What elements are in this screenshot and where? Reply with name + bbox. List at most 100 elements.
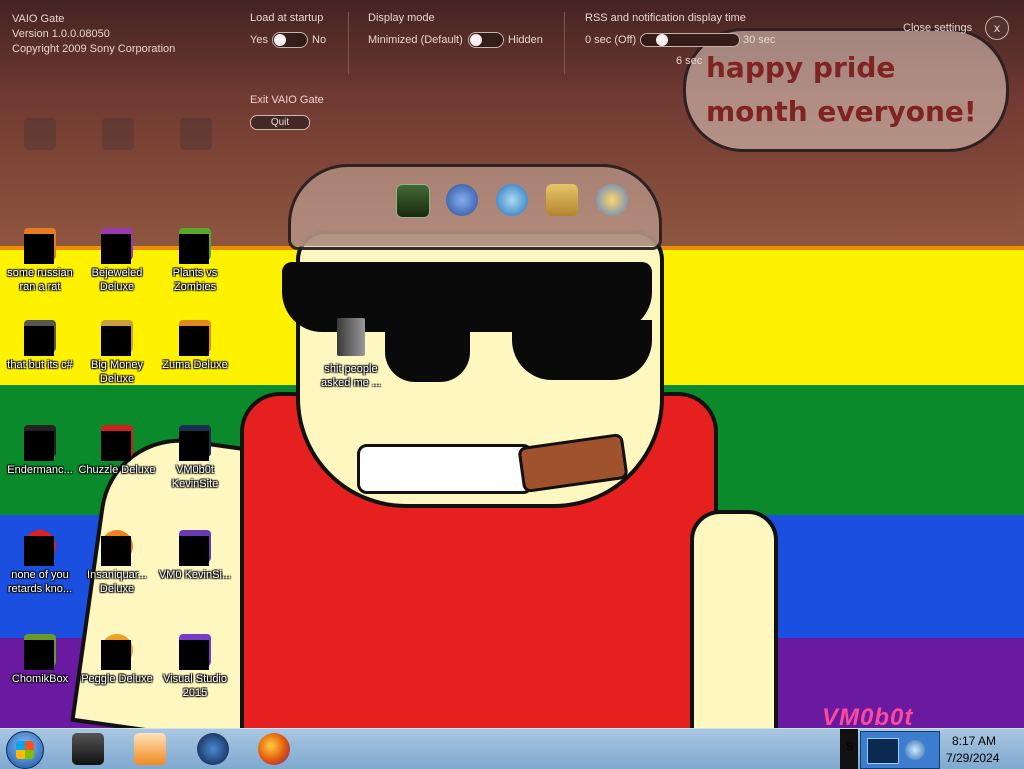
start-button[interactable]: [6, 731, 44, 769]
redacted-block: [101, 234, 131, 264]
clock-time[interactable]: 8:17 AM: [952, 734, 996, 748]
game-icon: [101, 634, 133, 670]
desktop-icon-ghost: [0, 118, 80, 150]
tray-overflow-letter[interactable]: S: [846, 741, 853, 753]
web-browser-icon[interactable]: [446, 184, 478, 216]
desktop-icon[interactable]: ChomikBox: [0, 634, 80, 686]
toggle-knob: [274, 34, 286, 46]
game-icon: [101, 320, 133, 356]
game-icon: [179, 228, 211, 264]
ghost-icon: [180, 118, 212, 150]
app-icon: [24, 634, 56, 670]
media-player-icon[interactable]: [134, 733, 166, 765]
desktop-icon[interactable]: Insaniquar... Deluxe: [77, 530, 157, 596]
rss-slider-thumb[interactable]: [656, 34, 668, 46]
game-icon: [101, 530, 133, 566]
doodle-teeth: [357, 444, 533, 494]
redacted-block: [101, 640, 131, 670]
exit-gate-label: Exit VAIO Gate: [250, 94, 324, 106]
tray-network-icon[interactable]: [905, 740, 925, 760]
rss-min-label: 0 sec (Off): [585, 34, 637, 46]
app-icon: [179, 530, 211, 566]
desktop-icon[interactable]: that but its c#: [0, 320, 80, 372]
app-icon: [24, 530, 56, 566]
desktop-icon[interactable]: VM0 KevinSi...: [155, 530, 235, 582]
desktop-icon[interactable]: Endermanc...: [0, 425, 80, 477]
desktop-icon-label: Big Money Deluxe: [91, 359, 143, 385]
load-startup-label: Load at startup: [250, 12, 324, 24]
desktop-icon-label: VM0 KevinSi...: [158, 569, 232, 581]
desktop-icon-label: ChomikBox: [11, 673, 69, 685]
internet-explorer-icon[interactable]: [496, 184, 528, 216]
desktop-icon-label: Visual Studio 2015: [162, 673, 227, 699]
quit-button[interactable]: Quit: [250, 115, 310, 130]
ghost-icon: [24, 118, 56, 150]
app-icon: [24, 425, 56, 461]
tray-icons-area[interactable]: [860, 731, 940, 769]
folder-icon: [337, 318, 365, 356]
desktop-icon-ghost: [78, 118, 158, 150]
desktop-icon[interactable]: Plants vs Zombies: [155, 228, 235, 294]
desktop-icon[interactable]: VM0b0t KevinSite: [155, 425, 235, 491]
desktop-icon-label: Zuma Deluxe: [162, 359, 228, 371]
app-icon: [179, 425, 211, 461]
rss-slider-track[interactable]: [640, 33, 740, 47]
game-icon: [179, 320, 211, 356]
doodle-lens-left: [385, 316, 470, 382]
load-startup-yes: Yes: [250, 34, 268, 46]
shortcut-icon: [24, 320, 56, 356]
display-mode-hidden: Hidden: [508, 34, 543, 46]
tray-monitor-icon[interactable]: [867, 738, 899, 764]
display-mode-toggle[interactable]: [468, 32, 504, 48]
desktop-folder[interactable]: shit people asked me ...: [311, 318, 391, 390]
desktop-icon[interactable]: none of you retards kno...: [0, 530, 80, 596]
app-copyright: Copyright 2009 Sony Corporation: [12, 43, 176, 55]
desktop-icon[interactable]: Chuzzle Deluxe: [77, 425, 157, 477]
visual-studio-icon: [179, 634, 211, 670]
redacted-block: [179, 326, 209, 356]
redacted-block: [24, 536, 54, 566]
desktop-icon-label: Chuzzle Deluxe: [78, 464, 156, 476]
terminal-icon[interactable]: [72, 733, 104, 765]
app-name: VAIO Gate: [12, 13, 65, 25]
desktop-icon[interactable]: Peggle Deluxe: [77, 634, 157, 686]
desktop-icon-label: none of you retards kno...: [7, 569, 73, 595]
firefox-icon[interactable]: [258, 733, 290, 765]
redacted-block: [24, 431, 54, 461]
load-startup-no: No: [312, 34, 327, 46]
doodle-lens-right: [512, 320, 652, 380]
load-startup-toggle[interactable]: [272, 32, 308, 48]
desktop-icon[interactable]: Big Money Deluxe: [77, 320, 157, 386]
app-icon: [24, 228, 56, 264]
people-icon[interactable]: [596, 184, 628, 216]
mail-icon[interactable]: [546, 184, 578, 216]
desktop-icon-label: Bejeweled Deluxe: [91, 267, 143, 293]
desktop-icon[interactable]: Bejeweled Deluxe: [77, 228, 157, 294]
windows-logo-icon: [16, 741, 34, 759]
close-settings-button[interactable]: x: [985, 16, 1009, 40]
media-icon[interactable]: [396, 184, 430, 218]
desktop-icon[interactable]: Visual Studio 2015: [155, 634, 235, 700]
app-info: VAIO Gate Version 1.0.0.08050 Copyright …: [12, 12, 175, 57]
desktop-icon-label: Insaniquar... Deluxe: [87, 569, 147, 595]
redacted-block: [179, 431, 209, 461]
globe-icon[interactable]: [197, 733, 229, 765]
redacted-block: [179, 234, 209, 264]
desktop-icon[interactable]: some russian ran a rat: [0, 228, 80, 294]
desktop-icon[interactable]: Zuma Deluxe: [155, 320, 235, 372]
toggle-knob: [470, 34, 482, 46]
desktop-folder-label: shit people asked me ...: [321, 363, 381, 389]
app-version: Version 1.0.0.08050: [12, 28, 110, 40]
desktop-icon-label: Plants vs Zombies: [172, 267, 218, 293]
display-mode-minimized: Minimized (Default): [368, 34, 463, 46]
redacted-block: [101, 326, 131, 356]
desktop-icon-ghost: [156, 118, 236, 150]
close-settings-link[interactable]: Close settings: [903, 22, 972, 34]
speech-bubble-text: happy pride month everyone!: [706, 51, 977, 128]
desktop-icon-label: Endermanc...: [7, 464, 73, 476]
display-mode-label: Display mode: [368, 12, 435, 24]
game-icon: [101, 228, 133, 264]
desktop-icon-label: that but its c#: [7, 359, 73, 371]
clock-date[interactable]: 7/29/2024: [946, 751, 999, 765]
desktop-icon-label: some russian ran a rat: [7, 267, 73, 293]
